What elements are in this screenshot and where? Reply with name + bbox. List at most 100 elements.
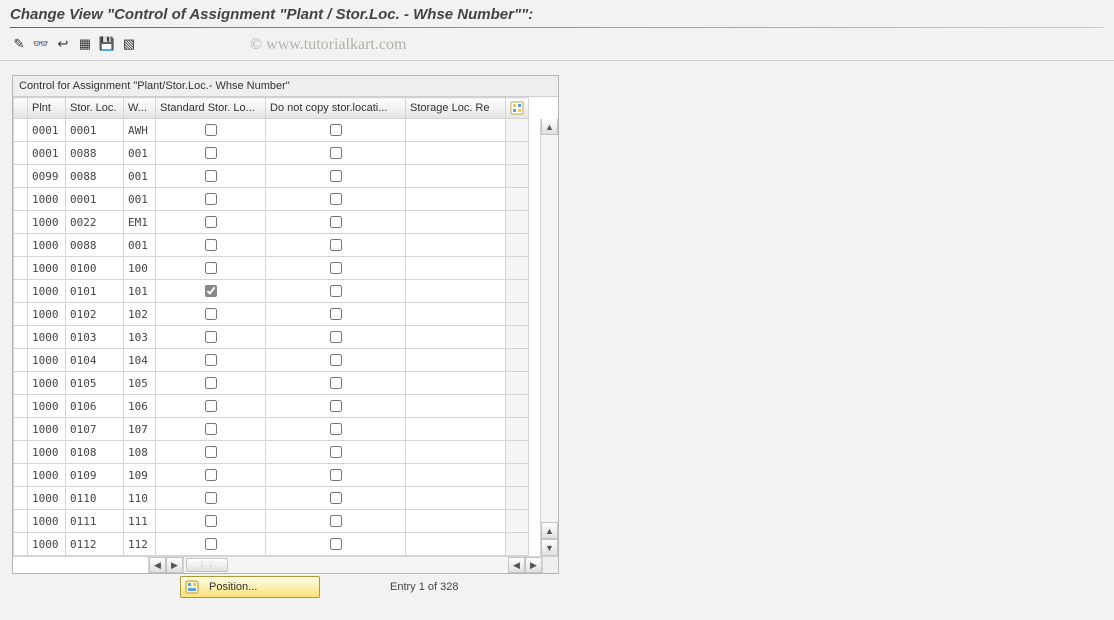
scroll-down-button[interactable]: ▲ — [541, 522, 558, 539]
std-checkbox[interactable] — [205, 216, 217, 228]
cell-storage-re[interactable] — [406, 510, 506, 533]
nocopy-checkbox[interactable] — [330, 515, 342, 527]
nocopy-checkbox[interactable] — [330, 147, 342, 159]
cell-whs[interactable]: 100 — [124, 257, 156, 280]
cell-whs[interactable]: 001 — [124, 165, 156, 188]
cell-storage-re[interactable] — [406, 418, 506, 441]
nocopy-checkbox[interactable] — [330, 377, 342, 389]
col-header-std[interactable]: Standard Stor. Lo... — [156, 98, 266, 119]
row-selector[interactable] — [14, 326, 28, 349]
std-checkbox[interactable] — [205, 285, 217, 297]
cell-plnt[interactable]: 1000 — [28, 211, 66, 234]
cell-stor[interactable]: 0111 — [66, 510, 124, 533]
row-selector[interactable] — [14, 487, 28, 510]
cell-storage-re[interactable] — [406, 349, 506, 372]
row-selector[interactable] — [14, 142, 28, 165]
hscroll-right-button-2[interactable]: ◀ — [508, 557, 525, 573]
cell-whs[interactable]: 001 — [124, 142, 156, 165]
scroll-track[interactable] — [541, 135, 558, 522]
std-checkbox[interactable] — [205, 308, 217, 320]
std-checkbox[interactable] — [205, 147, 217, 159]
cell-plnt[interactable]: 0001 — [28, 142, 66, 165]
cell-stor[interactable]: 0107 — [66, 418, 124, 441]
cell-plnt[interactable]: 1000 — [28, 372, 66, 395]
hscroll-right-button[interactable]: ▶ — [166, 557, 183, 573]
cell-plnt[interactable]: 1000 — [28, 395, 66, 418]
cell-stor[interactable]: 0088 — [66, 165, 124, 188]
std-checkbox[interactable] — [205, 515, 217, 527]
cell-stor[interactable]: 0022 — [66, 211, 124, 234]
cell-storage-re[interactable] — [406, 326, 506, 349]
std-checkbox[interactable] — [205, 469, 217, 481]
row-selector[interactable] — [14, 533, 28, 556]
nocopy-checkbox[interactable] — [330, 124, 342, 136]
row-selector[interactable] — [14, 349, 28, 372]
cell-plnt[interactable]: 1000 — [28, 303, 66, 326]
cell-plnt[interactable]: 1000 — [28, 349, 66, 372]
cell-storage-re[interactable] — [406, 142, 506, 165]
std-checkbox[interactable] — [205, 193, 217, 205]
undo-icon[interactable]: ↩ — [54, 35, 72, 53]
std-checkbox[interactable] — [205, 492, 217, 504]
hscroll-track[interactable]: ⋮⋮ — [184, 557, 508, 573]
nocopy-checkbox[interactable] — [330, 469, 342, 481]
cell-whs[interactable]: 106 — [124, 395, 156, 418]
row-selector[interactable] — [14, 119, 28, 142]
nocopy-checkbox[interactable] — [330, 285, 342, 297]
nocopy-checkbox[interactable] — [330, 492, 342, 504]
nocopy-checkbox[interactable] — [330, 216, 342, 228]
row-selector[interactable] — [14, 441, 28, 464]
cell-plnt[interactable]: 1000 — [28, 257, 66, 280]
cell-plnt[interactable]: 1000 — [28, 188, 66, 211]
cell-storage-re[interactable] — [406, 441, 506, 464]
cell-plnt[interactable]: 1000 — [28, 418, 66, 441]
nocopy-checkbox[interactable] — [330, 239, 342, 251]
position-button[interactable]: Position... — [180, 576, 320, 598]
cell-stor[interactable]: 0110 — [66, 487, 124, 510]
row-selector[interactable] — [14, 188, 28, 211]
other-view-icon[interactable]: ✎ — [10, 35, 28, 53]
std-checkbox[interactable] — [205, 124, 217, 136]
row-selector[interactable] — [14, 280, 28, 303]
col-header-selector[interactable] — [14, 98, 28, 119]
cell-stor[interactable]: 0104 — [66, 349, 124, 372]
std-checkbox[interactable] — [205, 262, 217, 274]
nocopy-checkbox[interactable] — [330, 538, 342, 550]
cell-storage-re[interactable] — [406, 303, 506, 326]
cell-plnt[interactable]: 1000 — [28, 326, 66, 349]
cell-plnt[interactable]: 1000 — [28, 441, 66, 464]
resize-handle[interactable] — [542, 557, 558, 573]
row-selector[interactable] — [14, 211, 28, 234]
cell-whs[interactable]: 105 — [124, 372, 156, 395]
nocopy-checkbox[interactable] — [330, 308, 342, 320]
nocopy-checkbox[interactable] — [330, 446, 342, 458]
cell-whs[interactable]: 110 — [124, 487, 156, 510]
cell-storage-re[interactable] — [406, 165, 506, 188]
cell-stor[interactable]: 0108 — [66, 441, 124, 464]
row-selector[interactable] — [14, 418, 28, 441]
cell-storage-re[interactable] — [406, 280, 506, 303]
col-header-nocopy[interactable]: Do not copy stor.locati... — [266, 98, 406, 119]
cell-whs[interactable]: 102 — [124, 303, 156, 326]
std-checkbox[interactable] — [205, 239, 217, 251]
nocopy-checkbox[interactable] — [330, 400, 342, 412]
nocopy-checkbox[interactable] — [330, 193, 342, 205]
row-selector[interactable] — [14, 464, 28, 487]
cell-storage-re[interactable] — [406, 395, 506, 418]
cell-whs[interactable]: 107 — [124, 418, 156, 441]
cell-storage-re[interactable] — [406, 464, 506, 487]
row-selector[interactable] — [14, 395, 28, 418]
cell-whs[interactable]: 001 — [124, 188, 156, 211]
cell-storage-re[interactable] — [406, 257, 506, 280]
save-icon[interactable]: 💾 — [98, 35, 116, 53]
nocopy-checkbox[interactable] — [330, 423, 342, 435]
std-checkbox[interactable] — [205, 423, 217, 435]
cell-storage-re[interactable] — [406, 372, 506, 395]
cell-plnt[interactable]: 1000 — [28, 234, 66, 257]
cell-stor[interactable]: 0106 — [66, 395, 124, 418]
deselect-icon[interactable]: ▧ — [120, 35, 138, 53]
col-header-config[interactable] — [506, 98, 529, 119]
row-selector[interactable] — [14, 510, 28, 533]
std-checkbox[interactable] — [205, 400, 217, 412]
cell-whs[interactable]: 111 — [124, 510, 156, 533]
